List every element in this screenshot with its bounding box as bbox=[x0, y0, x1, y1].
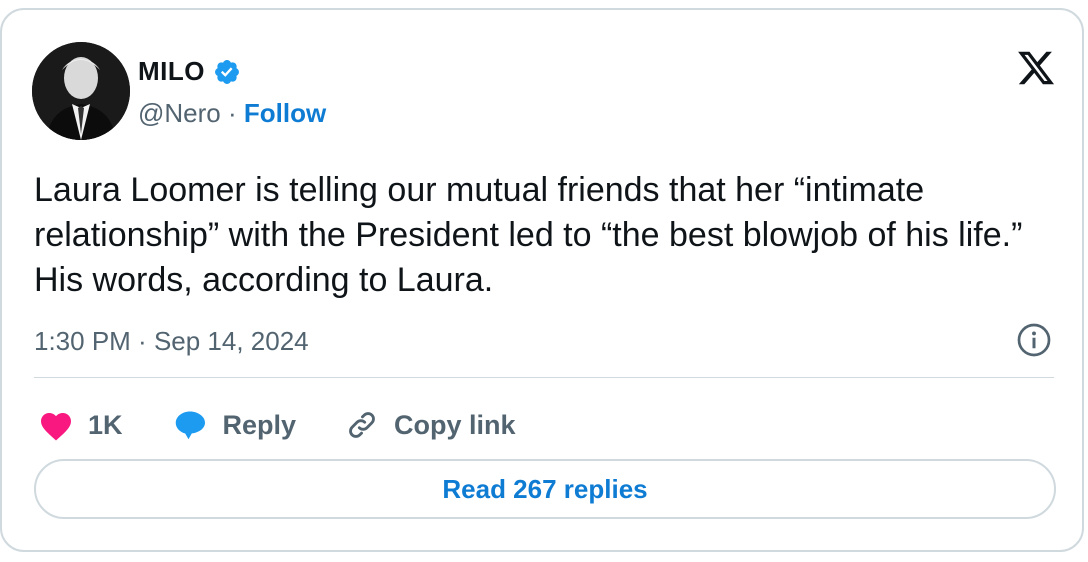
reply-label: Reply bbox=[222, 409, 297, 440]
tweet-embed-card: MILO @Nero · Follow Laura Loomer is tell… bbox=[0, 8, 1084, 552]
copy-link-label: Copy link bbox=[394, 409, 516, 440]
like-count: 1K bbox=[88, 409, 123, 440]
handle-separator: · bbox=[220, 98, 244, 128]
author-handle[interactable]: @Nero bbox=[138, 98, 221, 128]
author-name[interactable]: MILO bbox=[138, 56, 205, 87]
avatar[interactable] bbox=[32, 42, 130, 140]
copy-link-button[interactable]: Copy link bbox=[344, 407, 516, 443]
x-logo-icon[interactable] bbox=[1016, 48, 1056, 88]
tweet-timestamp[interactable]: 1:30 PM · Sep 14, 2024 bbox=[34, 326, 309, 357]
info-icon[interactable] bbox=[1016, 322, 1052, 358]
verified-badge-icon bbox=[213, 58, 241, 86]
read-replies-button[interactable]: Read 267 replies bbox=[34, 459, 1056, 519]
tweet-date: Sep 14, 2024 bbox=[153, 326, 309, 356]
action-bar: 1K Reply Copy link bbox=[38, 402, 564, 448]
tweet-time: 1:30 PM bbox=[34, 326, 131, 356]
timestamp-separator: · bbox=[130, 326, 154, 356]
like-button[interactable]: 1K bbox=[38, 408, 123, 442]
divider bbox=[34, 377, 1054, 378]
heart-icon bbox=[41, 413, 71, 441]
reply-button[interactable]: Reply bbox=[171, 407, 297, 443]
reply-bubble-icon bbox=[175, 411, 205, 440]
link-icon bbox=[349, 412, 375, 438]
author-handle-row: @Nero · Follow bbox=[138, 98, 326, 129]
follow-button[interactable]: Follow bbox=[244, 98, 326, 128]
tweet-text: Laura Loomer is telling our mutual frien… bbox=[34, 171, 1023, 299]
author-name-row: MILO bbox=[138, 56, 241, 87]
